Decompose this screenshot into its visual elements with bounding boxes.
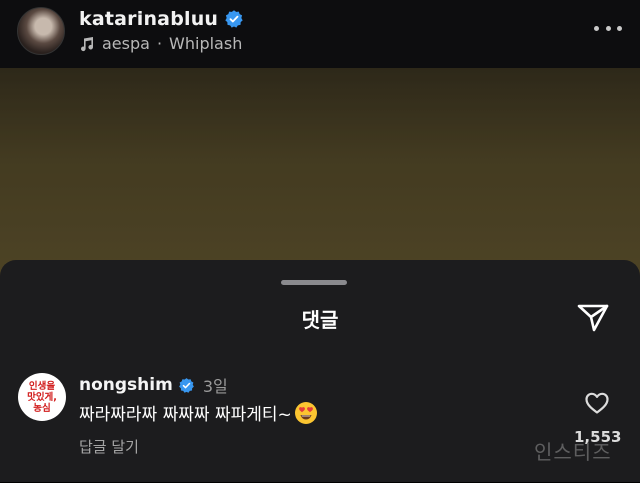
comment-header: nongshim 3일 bbox=[79, 373, 228, 397]
music-title: Whiplash bbox=[169, 34, 243, 53]
user-avatar[interactable] bbox=[17, 7, 65, 55]
watermark: 인스티즈 bbox=[534, 440, 612, 464]
avatar-text-line: 맛있게, bbox=[27, 391, 57, 403]
post-username[interactable]: katarinabluu bbox=[79, 8, 218, 30]
music-row[interactable]: aespa · Whiplash bbox=[79, 34, 242, 53]
comment-time: 3일 bbox=[202, 377, 228, 396]
music-artist: aespa bbox=[102, 34, 150, 53]
username-row: katarinabluu bbox=[79, 8, 244, 30]
commenter-username[interactable]: nongshim bbox=[79, 375, 173, 395]
verified-badge-icon bbox=[225, 10, 243, 28]
heart-icon[interactable] bbox=[584, 391, 610, 415]
heart-eyes-emoji-icon bbox=[294, 401, 317, 424]
avatar-text-line: 인생을 bbox=[28, 380, 56, 392]
sheet-title: 댓글 bbox=[301, 308, 339, 332]
comment-text-row: 짜라짜라짜 짜짜짜 짜파게티~ bbox=[79, 400, 318, 425]
avatar-text-line: 농심 bbox=[33, 402, 51, 414]
music-note-icon bbox=[81, 36, 93, 51]
send-icon[interactable] bbox=[576, 303, 610, 333]
more-dot bbox=[594, 25, 599, 31]
more-options-icon[interactable] bbox=[594, 18, 622, 38]
more-dot bbox=[617, 25, 622, 31]
reply-button[interactable]: 답글 달기 bbox=[79, 436, 139, 457]
commenter-avatar[interactable]: 인생을 맛있게, 농심 bbox=[18, 373, 66, 421]
comment-item: 인생을 맛있게, 농심 nongshim 3일 짜라짜라짜 짜짜짜 짜파게티~ … bbox=[18, 373, 628, 483]
drag-handle[interactable] bbox=[281, 280, 347, 285]
comment-text: 짜라짜라짜 짜짜짜 짜파게티~ bbox=[79, 405, 292, 425]
verified-badge-icon bbox=[178, 377, 194, 393]
music-separator: · bbox=[156, 34, 163, 53]
post-header: katarinabluu aespa · Whiplash bbox=[0, 0, 640, 68]
more-dot bbox=[605, 25, 611, 31]
